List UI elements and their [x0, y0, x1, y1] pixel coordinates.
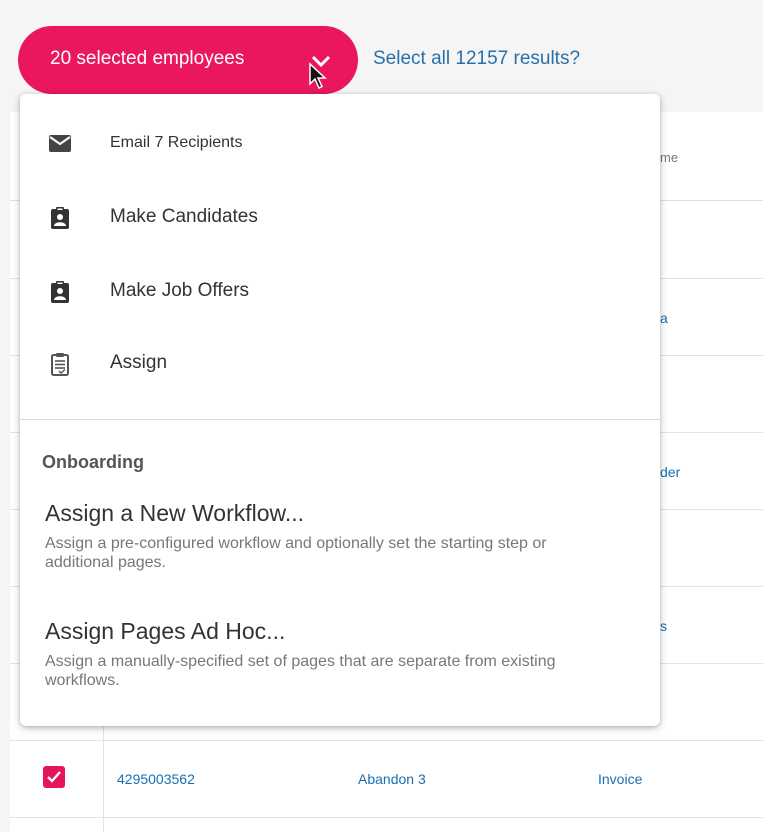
- employee-type-link[interactable]: Invoice: [598, 771, 642, 787]
- menu-item-make-job-offers[interactable]: Make Job Offers: [20, 264, 660, 320]
- onboarding-section-title: Onboarding: [42, 452, 144, 472]
- menu-item-label: Assign: [110, 352, 168, 373]
- assign-new-workflow-option[interactable]: Assign a New Workflow... Assign a pre-co…: [20, 500, 660, 584]
- clipboard-person-icon: [51, 207, 69, 229]
- workflow-option-description: Assign a pre-configured workflow and opt…: [45, 535, 547, 571]
- employee-id-link[interactable]: 4295003562: [117, 771, 195, 787]
- table-row: 4295003562 Abandon 3 Invoice: [10, 740, 763, 818]
- select-all-results-link[interactable]: Select all 12157 results?: [373, 48, 580, 70]
- assign-pages-ad-hoc-option[interactable]: Assign Pages Ad Hoc... Assign a manually…: [20, 618, 660, 702]
- mouse-cursor-icon: [309, 62, 327, 90]
- bulk-actions-menu: Email 7 Recipients Make Candidates Make …: [20, 94, 660, 726]
- menu-item-assign[interactable]: Assign: [20, 336, 660, 392]
- menu-item-make-candidates[interactable]: Make Candidates: [20, 190, 660, 246]
- menu-item-label: Email 7 Recipients: [110, 134, 243, 151]
- row-checkbox[interactable]: [43, 766, 65, 788]
- table-cell-peek[interactable]: s: [660, 618, 667, 634]
- clipboard-person-icon: [51, 281, 69, 303]
- workflow-option-title: Assign a New Workflow...: [45, 500, 305, 526]
- workflow-option-description: Assign a manually-specified set of pages…: [45, 653, 556, 689]
- table-cell-peek[interactable]: der: [660, 464, 680, 480]
- selected-employees-button[interactable]: 20 selected employees: [18, 26, 358, 94]
- menu-item-label: Make Job Offers: [110, 280, 250, 301]
- employee-name-link[interactable]: Abandon 3: [358, 771, 426, 787]
- menu-divider: [20, 419, 660, 420]
- checkmark-icon: [47, 771, 61, 783]
- mail-icon: [49, 135, 71, 152]
- table-cell-peek[interactable]: a: [660, 310, 668, 326]
- selected-count-label: 20 selected employees: [50, 48, 245, 69]
- column-header-peek: me: [660, 150, 679, 165]
- workflow-option-title: Assign Pages Ad Hoc...: [45, 618, 286, 644]
- menu-item-email-recipients[interactable]: Email 7 Recipients: [20, 116, 660, 172]
- menu-item-label: Make Candidates: [110, 206, 258, 227]
- clipboard-list-icon: [51, 353, 69, 376]
